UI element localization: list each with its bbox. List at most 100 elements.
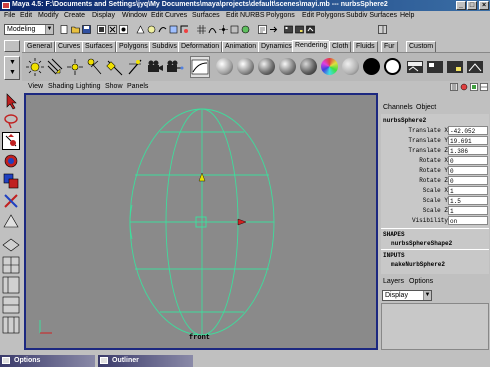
panel-menu-shading[interactable]: Shading <box>48 83 74 90</box>
tool-settings-icon[interactable] <box>460 83 468 91</box>
shelf-menu-handle[interactable] <box>4 40 20 52</box>
camera-icon[interactable] <box>146 57 164 77</box>
panel-menu-panels[interactable]: Panels <box>127 83 148 90</box>
phong-material-icon[interactable] <box>258 58 275 75</box>
menu-help[interactable]: Help <box>400 12 414 19</box>
shelf-tab-surfaces[interactable]: Surfaces <box>82 41 116 52</box>
front-viewport[interactable]: front <box>24 93 378 350</box>
maximize-button[interactable]: □ <box>467 1 477 10</box>
shelf-tab-custom[interactable]: Custom <box>406 41 437 52</box>
attr-value-field[interactable]: on <box>448 216 488 225</box>
select-by-joint-icon[interactable] <box>147 25 156 34</box>
surface-shader-icon[interactable] <box>363 58 380 75</box>
hypershade-layout-icon[interactable] <box>2 316 20 334</box>
shelf-options-handle[interactable]: ▼ ▼ <box>4 56 20 80</box>
new-scene-icon[interactable] <box>60 25 69 34</box>
ambient-light-icon[interactable] <box>26 57 44 77</box>
select-by-surface-icon[interactable] <box>169 25 178 34</box>
shape-node[interactable]: nurbsSphereShape2 <box>391 240 452 247</box>
lasso-tool-icon[interactable] <box>2 112 20 130</box>
area-light-icon[interactable] <box>106 57 124 77</box>
menu-edit-polygons[interactable]: Edit Polygons <box>302 12 345 19</box>
shelf-tab-rendering[interactable]: Rendering <box>292 40 331 52</box>
layered-shader-icon[interactable] <box>342 58 359 75</box>
nurbs-sphere-wireframe[interactable] <box>26 95 376 348</box>
menu-surfaces[interactable]: Surfaces <box>192 12 220 19</box>
channel-box-icon[interactable] <box>470 83 478 91</box>
open-scene-icon[interactable] <box>71 25 80 34</box>
input-node[interactable]: makeNurbSphere2 <box>391 261 445 268</box>
snap-point-icon[interactable] <box>219 25 228 34</box>
camera-aim-icon[interactable] <box>166 57 184 77</box>
select-by-handle-icon[interactable] <box>136 25 145 34</box>
shelf-tab-animation[interactable]: Animation <box>222 41 260 52</box>
options-menu-item[interactable]: Options <box>409 278 433 285</box>
shelf-tab-deformation[interactable]: Deformation <box>178 41 223 52</box>
attr-value-field[interactable]: 19.691 <box>448 136 488 145</box>
shelf-tab-subdivs[interactable]: Subdivs <box>149 41 180 52</box>
input-output-icon[interactable] <box>269 25 278 34</box>
render-settings-icon[interactable] <box>466 57 484 77</box>
object-menu[interactable]: Object <box>416 104 436 111</box>
attr-value-field[interactable]: -42.052 <box>448 126 488 135</box>
ipr-render-shelf-icon[interactable] <box>446 57 464 77</box>
single-pane-layout-icon[interactable] <box>2 236 20 254</box>
attr-value-field[interactable]: 1.386 <box>448 146 488 155</box>
history-icon[interactable] <box>258 25 267 34</box>
move-tool-button[interactable] <box>2 132 20 150</box>
rotate-tool-icon[interactable] <box>2 152 20 170</box>
menu-edit-curves[interactable]: Edit Curves <box>151 12 187 19</box>
panel-menu-view[interactable]: View <box>28 83 43 90</box>
attr-value-field[interactable]: 0 <box>448 156 488 165</box>
ipr-render-icon[interactable] <box>295 25 304 34</box>
make-live-icon[interactable] <box>241 25 250 34</box>
object-name[interactable]: nurbsSphere2 <box>383 117 426 124</box>
menu-set-dropdown[interactable]: Modeling ▼ <box>4 24 54 35</box>
panel-menu-show[interactable]: Show <box>105 83 123 90</box>
persp-outliner-layout-icon[interactable] <box>2 276 20 294</box>
select-component-icon[interactable] <box>119 25 128 34</box>
attr-value-field[interactable]: 1 <box>448 186 488 195</box>
directional-light-icon[interactable] <box>46 57 64 77</box>
select-object-icon[interactable] <box>108 25 117 34</box>
render-globals-icon[interactable] <box>306 25 315 34</box>
shelf-tab-fluids[interactable]: Fluids <box>353 41 378 52</box>
snap-view-plane-icon[interactable] <box>230 25 239 34</box>
render-frame-icon[interactable] <box>426 57 444 77</box>
volume-light-icon[interactable] <box>126 57 144 77</box>
menu-create[interactable]: Create <box>64 12 85 19</box>
panel-menu-lighting[interactable]: Lighting <box>76 83 101 90</box>
shelf-tab-fur[interactable]: Fur <box>381 41 398 52</box>
ramp-shader-icon[interactable] <box>321 58 338 75</box>
hypershade-button[interactable] <box>190 56 210 78</box>
lambert-material-icon[interactable] <box>216 58 233 75</box>
attribute-editor-icon[interactable] <box>450 83 458 91</box>
menu-subdiv-surfaces[interactable]: Subdiv Surfaces <box>346 12 397 19</box>
shelf-tab-general[interactable]: General <box>24 41 55 52</box>
menu-edit[interactable]: Edit <box>20 12 32 19</box>
anisotropic-material-icon[interactable] <box>300 58 317 75</box>
use-background-shader-icon[interactable] <box>384 58 401 75</box>
menu-file[interactable]: File <box>4 12 15 19</box>
menu-edit-nurbs[interactable]: Edit NURBS <box>226 12 265 19</box>
layer-type-dropdown[interactable]: Display ▼ <box>382 290 432 301</box>
shelf-tab-curves[interactable]: Curves <box>55 41 84 52</box>
channels-menu[interactable]: Channels <box>383 104 413 111</box>
select-tool-icon[interactable] <box>2 92 20 110</box>
snap-curve-icon[interactable] <box>208 25 217 34</box>
phonge-material-icon[interactable] <box>279 58 296 75</box>
attr-value-field[interactable]: 0 <box>448 176 488 185</box>
persp-graph-layout-icon[interactable] <box>2 296 20 314</box>
attr-value-field[interactable]: 1.5 <box>448 196 488 205</box>
blinn-material-icon[interactable] <box>237 58 254 75</box>
shelf-tab-cloth[interactable]: Cloth <box>329 41 352 52</box>
menu-modify[interactable]: Modify <box>38 12 59 19</box>
save-scene-icon[interactable] <box>82 25 91 34</box>
attr-value-field[interactable]: 0 <box>448 166 488 175</box>
menu-polygons[interactable]: Polygons <box>266 12 295 19</box>
shelf-tab-polygons[interactable]: Polygons <box>116 41 151 52</box>
manipulator-tool-icon[interactable] <box>2 192 20 210</box>
last-tool-icon[interactable] <box>2 212 20 230</box>
select-by-curve-icon[interactable] <box>158 25 167 34</box>
attr-value-field[interactable]: 1 <box>448 206 488 215</box>
